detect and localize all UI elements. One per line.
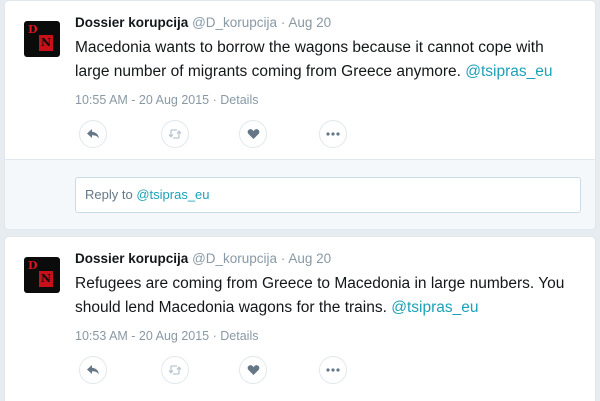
retweet-button[interactable] <box>161 356 189 384</box>
reply-button[interactable] <box>79 356 107 384</box>
more-button[interactable] <box>319 356 347 384</box>
mention-link[interactable]: @tsipras_eu <box>465 63 552 80</box>
tweet-header: Dossier korupcija @D_korupcija · Aug 20 <box>75 251 331 266</box>
username-link[interactable]: @D_korupcija <box>192 15 277 30</box>
separator-dot: · <box>280 251 286 266</box>
retweet-icon <box>168 365 182 375</box>
like-icon <box>247 365 259 375</box>
tweet-time-link[interactable]: Aug 20 <box>288 251 331 266</box>
tweet-text-content: Refugees are coming from Greece to Maced… <box>75 275 565 316</box>
reply-area: Reply to @tsipras_eu <box>5 159 595 229</box>
like-button[interactable] <box>239 120 267 148</box>
separator-dot: · <box>212 329 217 343</box>
like-button[interactable] <box>239 356 267 384</box>
tweet-text: Refugees are coming from Greece to Maced… <box>75 272 580 320</box>
mention-link[interactable]: @tsipras_eu <box>391 299 478 316</box>
tweet-card[interactable]: D N Dossier korupcija @D_korupcija · Aug… <box>4 236 596 401</box>
avatar-letter-n: N <box>39 271 53 287</box>
tweet-text: Macedonia wants to borrow the wagons bec… <box>75 36 580 84</box>
details-link[interactable]: Details <box>220 93 258 107</box>
tweet-timestamp: 10:53 AM - 20 Aug 2015 <box>75 329 210 343</box>
tweet-time-link[interactable]: Aug 20 <box>288 15 331 30</box>
tweet-meta: 10:55 AM - 20 Aug 2015 · Details <box>75 93 259 107</box>
reply-prefix: Reply to <box>85 187 133 202</box>
fullname-link[interactable]: Dossier korupcija <box>75 251 188 266</box>
like-icon <box>247 129 259 139</box>
reply-button[interactable] <box>79 120 107 148</box>
fullname-link[interactable]: Dossier korupcija <box>75 15 188 30</box>
reply-mention: @tsipras_eu <box>136 187 210 202</box>
retweet-icon <box>168 129 182 139</box>
separator-dot: · <box>212 93 217 107</box>
avatar-letter-n: N <box>39 35 53 51</box>
separator-dot: · <box>280 15 286 30</box>
reply-input[interactable]: Reply to @tsipras_eu <box>75 177 581 213</box>
avatar[interactable]: D N <box>24 257 60 293</box>
avatar-letter-d: D <box>28 259 38 272</box>
reply-icon <box>87 129 99 139</box>
tweet-timestamp: 10:55 AM - 20 Aug 2015 <box>75 93 210 107</box>
more-button[interactable] <box>319 120 347 148</box>
retweet-button[interactable] <box>161 120 189 148</box>
tweet-meta: 10:53 AM - 20 Aug 2015 · Details <box>75 329 259 343</box>
reply-icon <box>87 365 99 375</box>
avatar-letter-d: D <box>28 23 38 36</box>
tweet-body: D N Dossier korupcija @D_korupcija · Aug… <box>5 237 595 401</box>
username-link[interactable]: @D_korupcija <box>192 251 277 266</box>
tweet-header: Dossier korupcija @D_korupcija · Aug 20 <box>75 15 331 30</box>
details-link[interactable]: Details <box>220 329 258 343</box>
more-icon <box>326 132 340 136</box>
tweet-actions <box>79 120 379 150</box>
avatar[interactable]: D N <box>24 21 60 57</box>
tweet-body: D N Dossier korupcija @D_korupcija · Aug… <box>5 1 595 159</box>
tweet-actions <box>79 356 379 386</box>
more-icon <box>326 368 340 372</box>
tweet-card[interactable]: D N Dossier korupcija @D_korupcija · Aug… <box>4 0 596 230</box>
tweet-stream: D N Dossier korupcija @D_korupcija · Aug… <box>0 0 600 401</box>
